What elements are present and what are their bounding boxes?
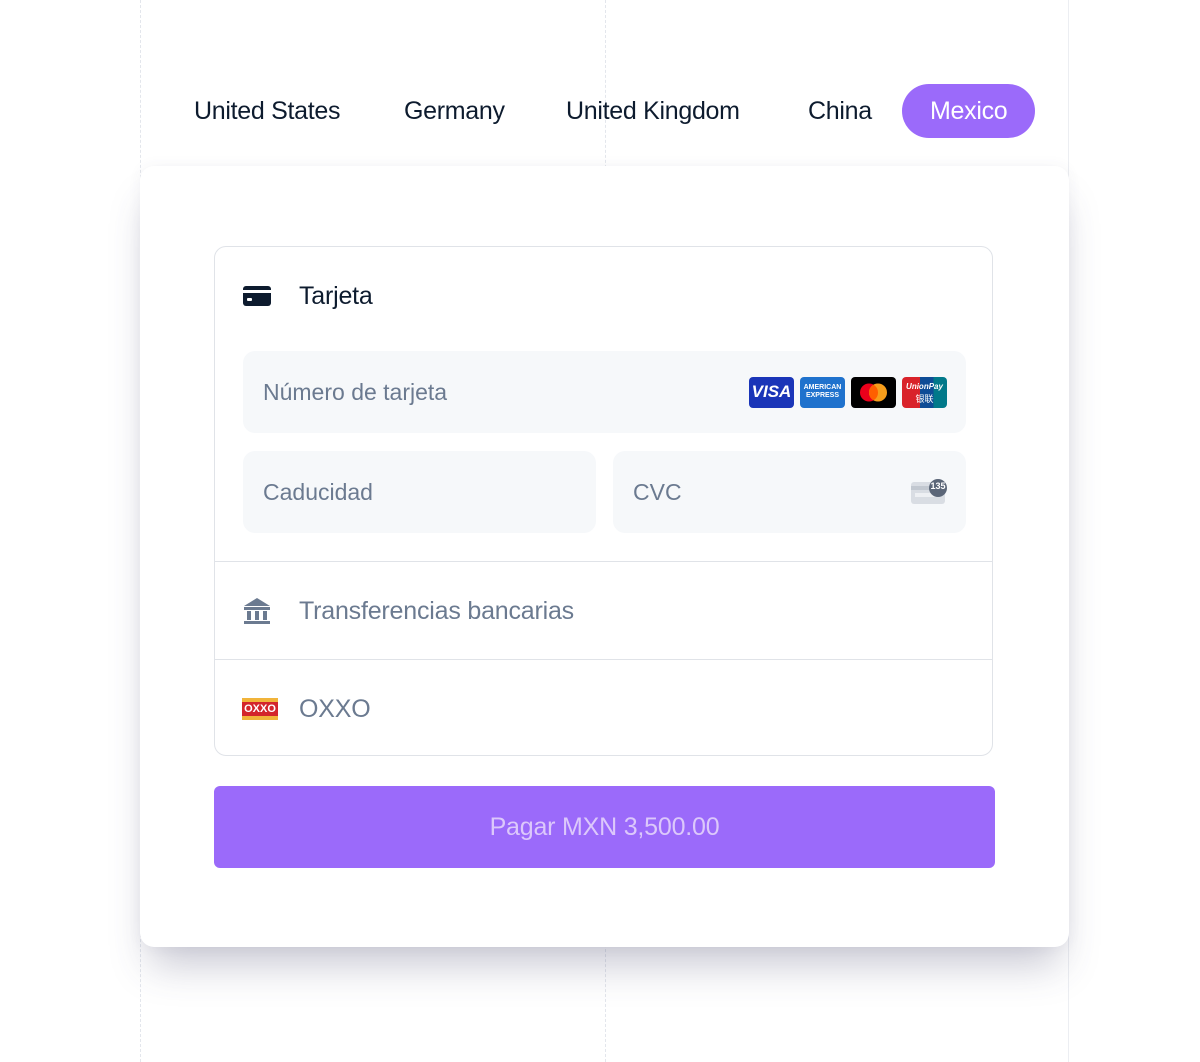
tab-united-kingdom[interactable]: United Kingdom [566,84,740,138]
cvc-badge-text: 135 [930,481,946,491]
pay-button[interactable]: Pagar MXN 3,500.00 [214,786,995,868]
card-brands: VISA AMERICAN EXPRESS UnionPay 银联 [749,377,947,408]
method-card-label: Tarjeta [299,281,373,310]
amex-text-1: AMERICAN [803,384,842,391]
unionpay-text-2: 银联 [915,394,934,404]
visa-text: VISA [751,382,792,401]
tab-china[interactable]: China [808,84,872,138]
amex-icon: AMERICAN EXPRESS [800,377,845,408]
oxxo-icon: OXXO [242,698,278,720]
cvc-field: 135 [613,451,966,533]
method-oxxo[interactable]: OXXO OXXO [215,660,992,758]
country-tabs: United States Germany United Kingdom Chi… [0,84,1200,138]
method-card[interactable]: Tarjeta [215,247,992,345]
method-bank-transfer[interactable]: Transferencias bancarias [215,562,992,660]
tab-united-states[interactable]: United States [194,84,340,138]
unionpay-text-1: UnionPay [906,382,943,391]
expiry-input[interactable] [263,451,511,533]
unionpay-icon: UnionPay 银联 [902,377,947,408]
payment-methods: Tarjeta VISA AMERICAN EXPRESS [214,246,993,756]
cvc-icon: 135 [910,477,948,507]
amex-text-2: EXPRESS [805,392,840,399]
payment-card: Tarjeta VISA AMERICAN EXPRESS [140,166,1069,947]
tab-germany[interactable]: Germany [404,84,505,138]
bank-icon [243,597,271,625]
card-number-input[interactable] [263,351,770,433]
cvc-input[interactable] [633,451,881,533]
card-icon [243,285,271,307]
mastercard-icon [851,377,896,408]
method-bank-transfer-label: Transferencias bancarias [299,596,574,625]
expiry-field [243,451,596,533]
visa-icon: VISA [749,377,794,408]
oxxo-logo-text: OXXO [244,703,276,715]
card-number-field: VISA AMERICAN EXPRESS UnionPay 银联 [243,351,966,433]
tab-mexico[interactable]: Mexico [902,84,1036,138]
method-oxxo-label: OXXO [299,694,371,723]
